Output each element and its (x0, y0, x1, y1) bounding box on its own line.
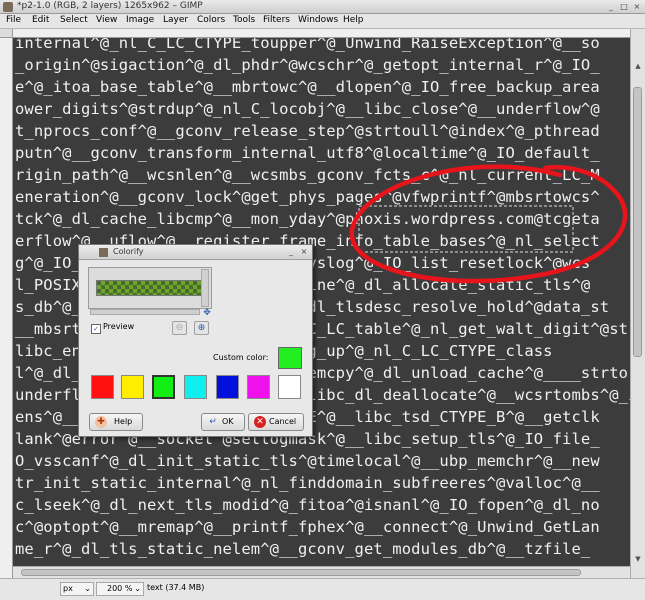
ok-arrow-icon: ↵ (209, 417, 217, 427)
cancel-button-label: Cancel (269, 417, 297, 426)
swatch-white[interactable] (278, 375, 301, 399)
zoom-out-button[interactable]: ⊖ (172, 321, 187, 335)
window-titlebar: *p2-1.0 (RGB, 2 layers) 1265x962 – GIMP … (0, 0, 645, 14)
cancel-icon: ✕ (254, 416, 266, 428)
status-info: text (37.4 MB) (147, 583, 205, 592)
horizontal-scroll-thumb[interactable] (21, 569, 581, 576)
menu-help[interactable]: Help (343, 15, 364, 25)
dialog-minimize-button[interactable]: _ (286, 247, 296, 257)
horizontal-scrollbar[interactable] (13, 566, 630, 578)
chevron-down-icon: ⌄ (134, 584, 141, 593)
gimp-app-icon (3, 2, 13, 12)
canvas-text-line: eneration^@__gconv_lock^@get_phys_pages^… (15, 188, 600, 206)
preview-label: Preview (103, 322, 135, 331)
menu-view[interactable]: View (96, 15, 117, 25)
colorify-icon (99, 248, 108, 257)
canvas-text-line: c^@optopt^@__mremap^@__printf_fphex^@__c… (15, 518, 600, 536)
canvas-text-line: _origin^@sigaction^@_dl_phdr^@wcschr^@_g… (15, 56, 600, 74)
ok-button[interactable]: ↵ OK (201, 413, 245, 431)
canvas-text-line: t_nprocs_conf^@__gconv_release_step^@str… (15, 122, 600, 140)
canvas-text-line: O_vsscanf^@_dl_init_static_tls^@timeloca… (15, 452, 600, 470)
swatch-blue[interactable] (216, 375, 239, 399)
preview-area[interactable] (88, 267, 212, 309)
unit-value: px (63, 584, 73, 593)
canvas-text-line: tck^@_dl_cache_libcmp^@__mon_yday^@phoxi… (15, 210, 600, 228)
canvas-text-line: ower_digits^@strdup^@_nl_C_locobj^@__lib… (15, 100, 600, 118)
vertical-ruler[interactable] (0, 38, 13, 578)
scroll-down-arrow-icon[interactable]: ▼ (633, 554, 643, 564)
zoom-in-button[interactable]: ⊕ (194, 321, 209, 335)
maximize-button[interactable]: □ (619, 2, 629, 12)
ok-button-label: OK (222, 417, 234, 426)
minimize-button[interactable]: _ (606, 2, 616, 12)
dialog-title: Colorify (113, 247, 144, 256)
vertical-scrollbar[interactable]: ▲ ▼ (630, 29, 645, 578)
menu-tools[interactable]: Tools (233, 15, 255, 25)
canvas-text-line: putn^@__gconv_transform_internal_utf8^@l… (15, 144, 600, 162)
window-title: *p2-1.0 (RGB, 2 layers) 1265x962 – GIMP (17, 1, 203, 11)
menu-layer[interactable]: Layer (163, 15, 188, 25)
menu-image[interactable]: Image (126, 15, 154, 25)
cancel-button[interactable]: ✕ Cancel (248, 413, 304, 431)
menu-colors[interactable]: Colors (197, 15, 225, 25)
swatch-red[interactable] (91, 375, 114, 399)
vertical-scroll-thumb[interactable] (633, 87, 642, 357)
chevron-down-icon: ⌄ (84, 584, 91, 593)
canvas-text-line: rigin_path^@__wcsnlen^@__wcsmbs_gconv_fc… (15, 166, 600, 184)
menu-windows[interactable]: Windows (298, 15, 338, 25)
custom-color-button[interactable] (278, 347, 302, 369)
unit-select[interactable]: px ⌄ (60, 582, 94, 596)
dialog-close-button[interactable]: × (299, 247, 309, 257)
statusbar: px ⌄ 200 % ⌄ text (37.4 MB) (0, 578, 645, 600)
colorify-dialog: Colorify _ × ✥ ✓ Preview ⊖ ⊕ Custom colo… (78, 244, 313, 437)
menu-file[interactable]: File (6, 15, 21, 25)
preview-image (96, 280, 206, 296)
canvas-text-line: me_r^@_dl_tls_static_nelem^@__gconv_get_… (15, 540, 591, 558)
help-button[interactable]: ✚ Help (89, 413, 143, 431)
swatch-magenta[interactable] (247, 375, 270, 399)
canvas-text-line: c_lseek^@_dl_next_tls_modid^@_fitoa^@isn… (15, 496, 600, 514)
canvas-text-line: e^@_itoa_base_table^@__mbrtowc^@__dlopen… (15, 78, 600, 96)
preview-horizontal-scrollbar[interactable] (90, 309, 200, 315)
horizontal-ruler[interactable] (13, 29, 630, 38)
menu-filters[interactable]: Filters (263, 15, 290, 25)
ruler-corner[interactable] (0, 29, 13, 38)
swatch-cyan[interactable] (184, 375, 207, 399)
canvas-text-line: internal^@_nl_C_LC_CTYPE_toupper^@_Unwin… (15, 38, 600, 52)
help-icon: ✚ (95, 416, 107, 428)
custom-color-label: Custom color: (213, 353, 269, 362)
zoom-value: 200 % (107, 584, 133, 593)
close-button[interactable]: × (632, 2, 642, 12)
dialog-titlebar[interactable]: Colorify _ × (79, 245, 312, 260)
canvas-text-line: tr_init_static_internal^@_nl_finddomain_… (15, 474, 600, 492)
preview-checkbox[interactable]: ✓ (91, 324, 101, 334)
menu-select[interactable]: Select (60, 15, 88, 25)
zoom-in-icon: ⊕ (197, 323, 206, 333)
swatch-green[interactable] (152, 375, 175, 399)
menubar: File Edit Select View Image Layer Colors… (0, 14, 645, 29)
zoom-select[interactable]: 200 % ⌄ (96, 582, 144, 596)
preview-vertical-scrollbar[interactable] (201, 269, 209, 307)
scroll-up-arrow-icon[interactable]: ▲ (633, 61, 643, 71)
zoom-out-icon: ⊖ (175, 323, 184, 333)
help-button-label: Help (114, 417, 133, 426)
swatch-yellow[interactable] (121, 375, 144, 399)
menu-edit[interactable]: Edit (32, 15, 49, 25)
navigate-icon[interactable]: ✥ (202, 308, 212, 318)
